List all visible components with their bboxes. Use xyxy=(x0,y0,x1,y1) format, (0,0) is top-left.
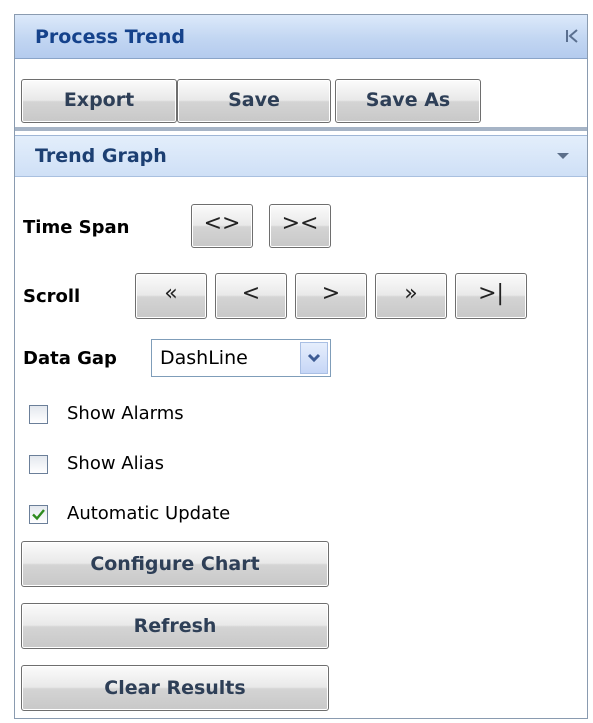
refresh-button[interactable]: Refresh xyxy=(21,603,329,649)
chevron-down-icon[interactable] xyxy=(557,153,569,159)
automatic-update-label: Automatic Update xyxy=(67,503,231,524)
refresh-label: Refresh xyxy=(133,615,217,637)
scroll-first-button[interactable]: « xyxy=(135,273,207,319)
scroll-to-end-icon: >| xyxy=(478,281,504,306)
scroll-end-button[interactable]: >| xyxy=(455,273,527,319)
clear-results-label: Clear Results xyxy=(104,677,246,699)
expand-icon: <> xyxy=(203,211,241,236)
configure-chart-button[interactable]: Configure Chart xyxy=(21,541,329,587)
chevron-right-icon: > xyxy=(321,281,341,306)
export-button[interactable]: Export xyxy=(21,79,177,123)
show-alias-label: Show Alias xyxy=(67,453,165,474)
checkmark-icon xyxy=(32,509,45,521)
process-trend-panel: Process Trend Export Save Save As Trend … xyxy=(14,14,588,719)
chevron-left-icon: < xyxy=(241,281,261,306)
time-span-contract-button[interactable]: >< xyxy=(269,204,331,248)
save-button-label: Save xyxy=(228,89,280,111)
show-alarms-checkbox[interactable] xyxy=(29,405,48,424)
data-gap-selected-value: DashLine xyxy=(160,347,248,369)
save-button[interactable]: Save xyxy=(177,79,331,123)
data-gap-select[interactable]: DashLine xyxy=(151,339,331,377)
panel-header: Process Trend xyxy=(15,15,587,59)
contract-icon: >< xyxy=(281,211,319,236)
data-gap-label: Data Gap xyxy=(23,348,117,369)
scroll-label: Scroll xyxy=(23,286,81,307)
show-alarms-label: Show Alarms xyxy=(67,403,184,424)
show-alias-checkbox[interactable] xyxy=(29,455,48,474)
export-button-label: Export xyxy=(63,89,135,111)
time-span-expand-button[interactable]: <> xyxy=(191,204,253,248)
collapse-left-icon[interactable] xyxy=(565,28,579,44)
save-as-button-label: Save As xyxy=(365,89,451,111)
double-chevron-right-icon: » xyxy=(404,281,418,306)
time-span-label: Time Span xyxy=(23,217,130,238)
chevron-down-icon xyxy=(307,353,321,363)
panel-title: Process Trend xyxy=(35,26,185,48)
dropdown-button[interactable] xyxy=(300,342,328,374)
scroll-prev-button[interactable]: < xyxy=(215,273,287,319)
toolbar: Export Save Save As xyxy=(15,59,587,131)
configure-chart-label: Configure Chart xyxy=(90,553,260,575)
automatic-update-checkbox[interactable] xyxy=(29,505,48,524)
scroll-last-button[interactable]: » xyxy=(375,273,447,319)
clear-results-button[interactable]: Clear Results xyxy=(21,665,329,711)
section-title: Trend Graph xyxy=(35,145,167,167)
save-as-button[interactable]: Save As xyxy=(335,79,481,123)
scroll-next-button[interactable]: > xyxy=(295,273,367,319)
double-chevron-left-icon: « xyxy=(164,281,178,306)
trend-graph-section-header[interactable]: Trend Graph xyxy=(15,135,587,177)
